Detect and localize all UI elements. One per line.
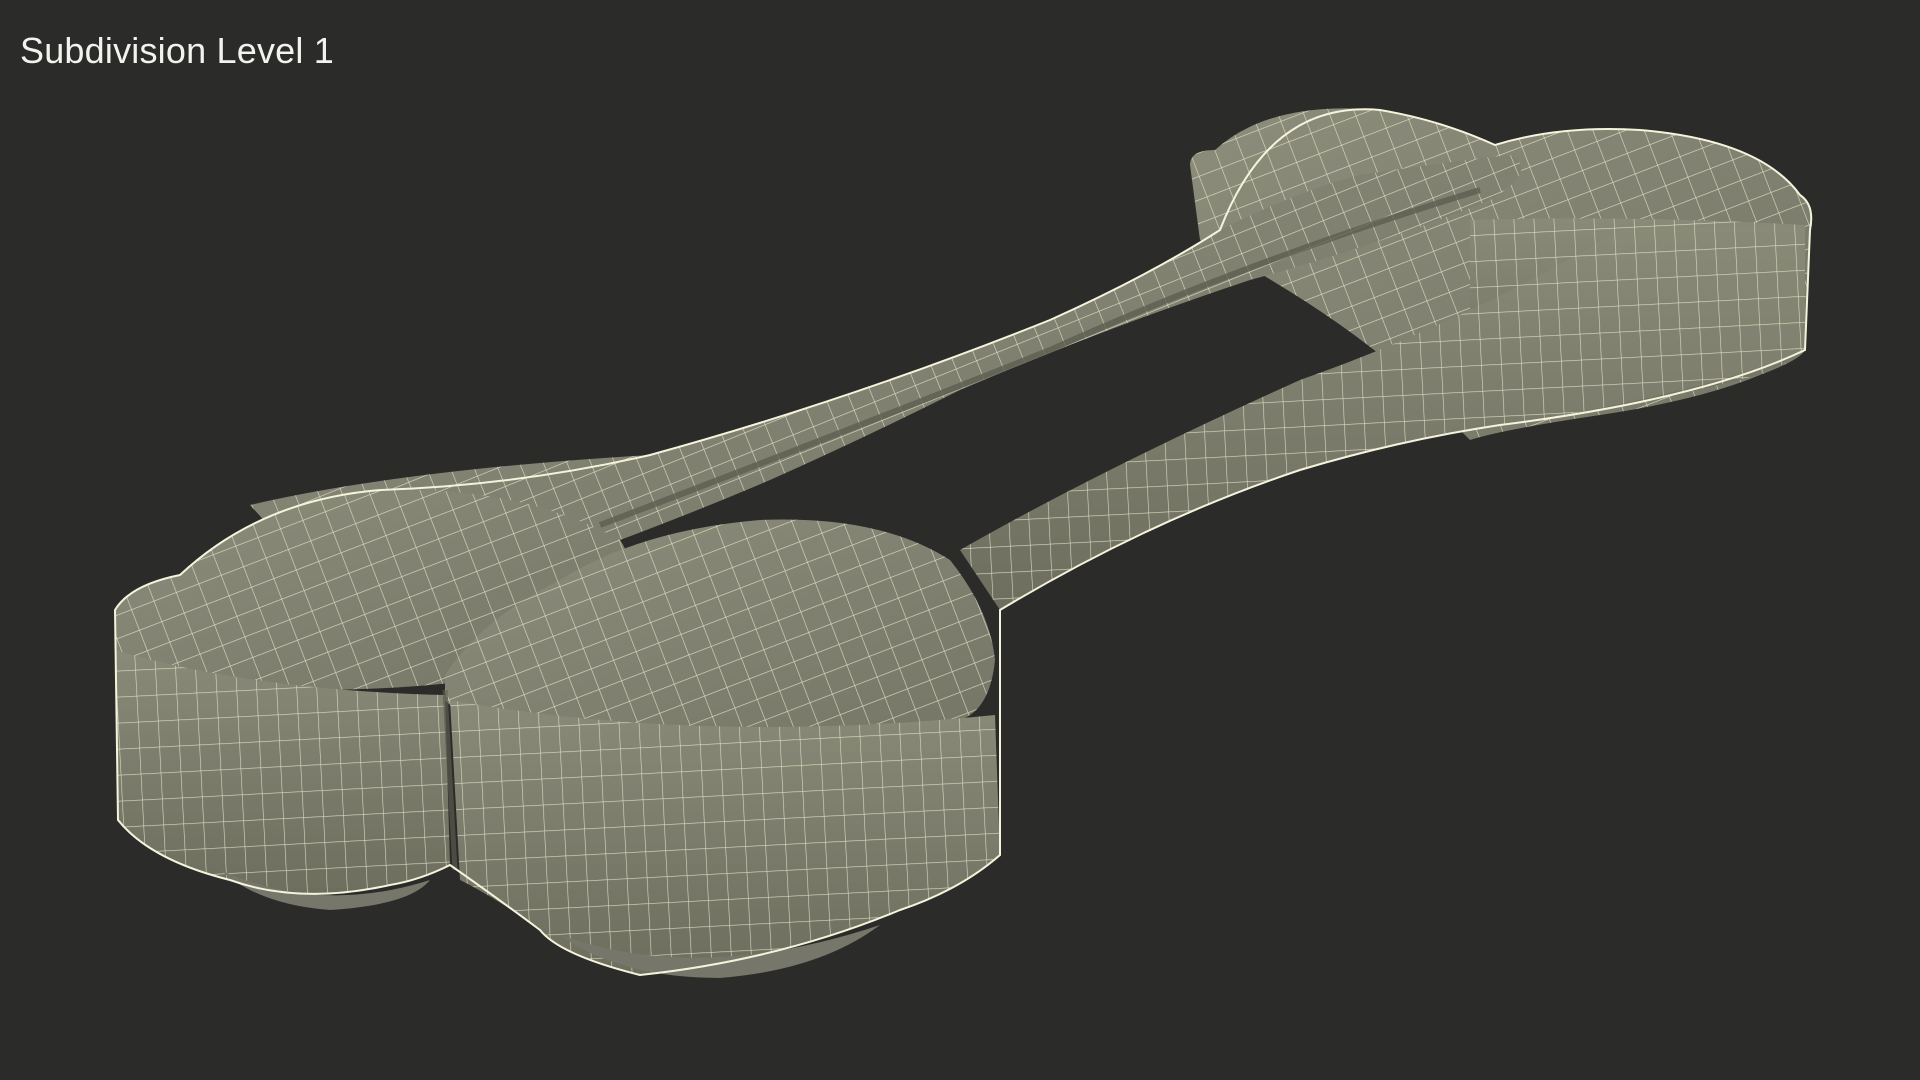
viewport: Subdivision Level 1 [0, 0, 1920, 1080]
bone-model [113, 108, 1813, 978]
near-end [115, 489, 1000, 978]
